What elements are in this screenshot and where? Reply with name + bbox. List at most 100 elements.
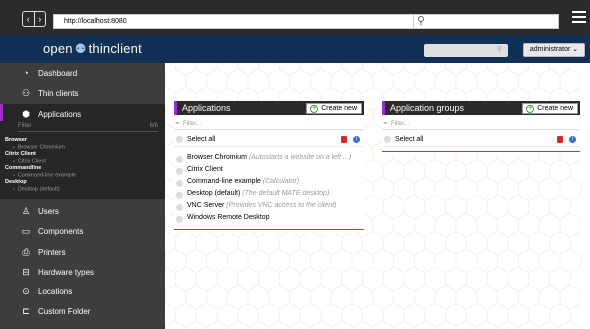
hexagon-shape (185, 320, 207, 329)
hexagon-shape (549, 266, 571, 292)
hexagon-shape (351, 320, 374, 329)
user-menu-button[interactable]: administrator ⌄ (523, 43, 585, 57)
address-bar[interactable]: http://localhost:8080 → (53, 14, 430, 29)
hexagon-shape (341, 266, 363, 292)
hamburger-menu-icon[interactable] (572, 11, 586, 25)
list-item[interactable]: Citrix Client (174, 165, 364, 175)
plus-icon: + (310, 105, 319, 113)
tree-item[interactable]: Desktop (default) (13, 186, 60, 192)
item-checkbox[interactable] (176, 156, 183, 163)
panel-header: Application groups + Create new (382, 101, 580, 115)
browser-search-input[interactable]: ⚲ (413, 14, 559, 29)
list-item[interactable]: VNC Server (Provides VNC access to the c… (174, 201, 364, 211)
tree-item[interactable]: Citrix Client (13, 158, 46, 164)
hexagon-shape (476, 284, 499, 310)
hexagon-shape (227, 68, 249, 94)
global-search-input[interactable]: ⚲ (424, 44, 508, 57)
list-item[interactable]: Windows Remote Desktop (174, 213, 364, 223)
tree-group[interactable]: Desktop (5, 179, 27, 185)
hexagon-shape (299, 230, 322, 256)
hexagon-shape (372, 248, 395, 274)
hexagon-shape (268, 248, 291, 274)
tree-item[interactable]: Browser Chromium (13, 144, 65, 150)
sidebar-filter-input[interactable]: Filter 6/6 (18, 123, 158, 132)
hexagon-shape (403, 158, 426, 184)
hexagon-shape (362, 266, 384, 292)
item-checkbox[interactable] (176, 216, 183, 223)
hexagon-shape (362, 63, 384, 76)
filter-input[interactable]: ⏷ Filter... (382, 119, 580, 130)
hexagon-shape (382, 194, 405, 220)
hexagon-shape (486, 266, 509, 292)
hexagon-shape (362, 230, 384, 256)
tree-group[interactable]: Citrix Client (5, 151, 36, 157)
item-checkbox[interactable] (176, 204, 183, 211)
sidebar-item-locations[interactable]: ⊙ Locations (0, 281, 165, 302)
hexagon-shape (486, 230, 509, 256)
sidebar-item-users[interactable]: ♙ Users (0, 201, 165, 222)
tree-group[interactable]: Browser (5, 137, 27, 143)
hexagon-shape (445, 230, 467, 256)
hexagon-shape (330, 68, 353, 94)
list-item[interactable]: Command-line example (Calculator) (174, 177, 364, 187)
hexagon-shape (486, 63, 509, 76)
hexagon-shape (465, 63, 488, 76)
sidebar-item-custom-folder[interactable]: ⊏ Custom Folder (0, 301, 165, 322)
openthinclient-logo[interactable]: open ⚉ thinclient (43, 41, 142, 57)
info-icon[interactable]: i (569, 136, 576, 143)
item-checkbox[interactable] (176, 192, 183, 199)
hexagon-shape (434, 284, 457, 310)
sidebar-item-hardware-types[interactable]: ⊟ Hardware types (0, 262, 165, 283)
hexagon-shape (341, 302, 363, 328)
hexagon-shape (413, 176, 436, 202)
hexagon-shape (330, 248, 353, 274)
select-all-checkbox[interactable] (176, 136, 183, 143)
delete-icon[interactable] (557, 136, 563, 143)
hexagon-shape (174, 266, 197, 292)
create-new-button[interactable]: + Create new (306, 103, 362, 114)
hexagon-shape (382, 302, 405, 328)
hexagon-shape (445, 158, 467, 184)
tree-item[interactable]: Command-line example (13, 172, 76, 178)
hexagon-shape (268, 284, 291, 310)
list-item[interactable]: Desktop (default) (The default MATE desk… (174, 189, 364, 199)
panel-divider (174, 229, 364, 230)
forward-button[interactable]: › (33, 12, 46, 26)
hexagon-shape (434, 68, 457, 94)
printer-icon: ⎙ (22, 247, 30, 257)
delete-icon[interactable] (341, 136, 347, 143)
panel-title: Application groups (390, 103, 465, 113)
filter-input[interactable]: ⏷ Filter... (174, 119, 364, 130)
hexagon-shape (434, 248, 457, 274)
select-all-row[interactable]: Select all i (174, 133, 364, 147)
hexagon-shape (330, 284, 353, 310)
sidebar-item-label: Applications (38, 110, 82, 119)
hexagon-shape (165, 302, 176, 328)
tree-group[interactable]: Commandline (5, 165, 41, 171)
hexagon-shape (310, 284, 332, 310)
hexagon-shape (372, 176, 395, 202)
hexagon-shape (258, 230, 280, 256)
hexagon-shape (517, 212, 540, 238)
list-item[interactable]: Browser Chromium (Autostarts a website o… (174, 153, 364, 163)
hexagon-shape (424, 194, 447, 220)
sidebar-item-thin-clients[interactable]: ⚇ Thin clients (0, 83, 165, 104)
hexagon-shape (549, 63, 571, 76)
select-all-checkbox[interactable] (384, 136, 391, 143)
sidebar-item-components[interactable]: ▭ Components (0, 221, 165, 242)
history-nav: ‹ › (22, 11, 46, 27)
sidebar-item-dashboard[interactable]: ◔ Dashboard (0, 63, 165, 84)
hexagon-shape (362, 158, 384, 184)
item-checkbox[interactable] (176, 168, 183, 175)
create-new-button[interactable]: + Create new (522, 103, 578, 114)
info-icon[interactable]: i (353, 136, 360, 143)
item-checkbox[interactable] (176, 180, 183, 187)
hexagon-shape (393, 176, 415, 202)
hexagon-shape (278, 266, 301, 292)
hexagon-shape (165, 284, 187, 310)
hexagon-shape (289, 68, 311, 94)
sidebar-item-printers[interactable]: ⎙ Printers (0, 242, 165, 263)
back-button[interactable]: ‹ (23, 12, 34, 26)
select-all-row[interactable]: Select all i (382, 133, 580, 147)
hexagon-shape (278, 230, 301, 256)
